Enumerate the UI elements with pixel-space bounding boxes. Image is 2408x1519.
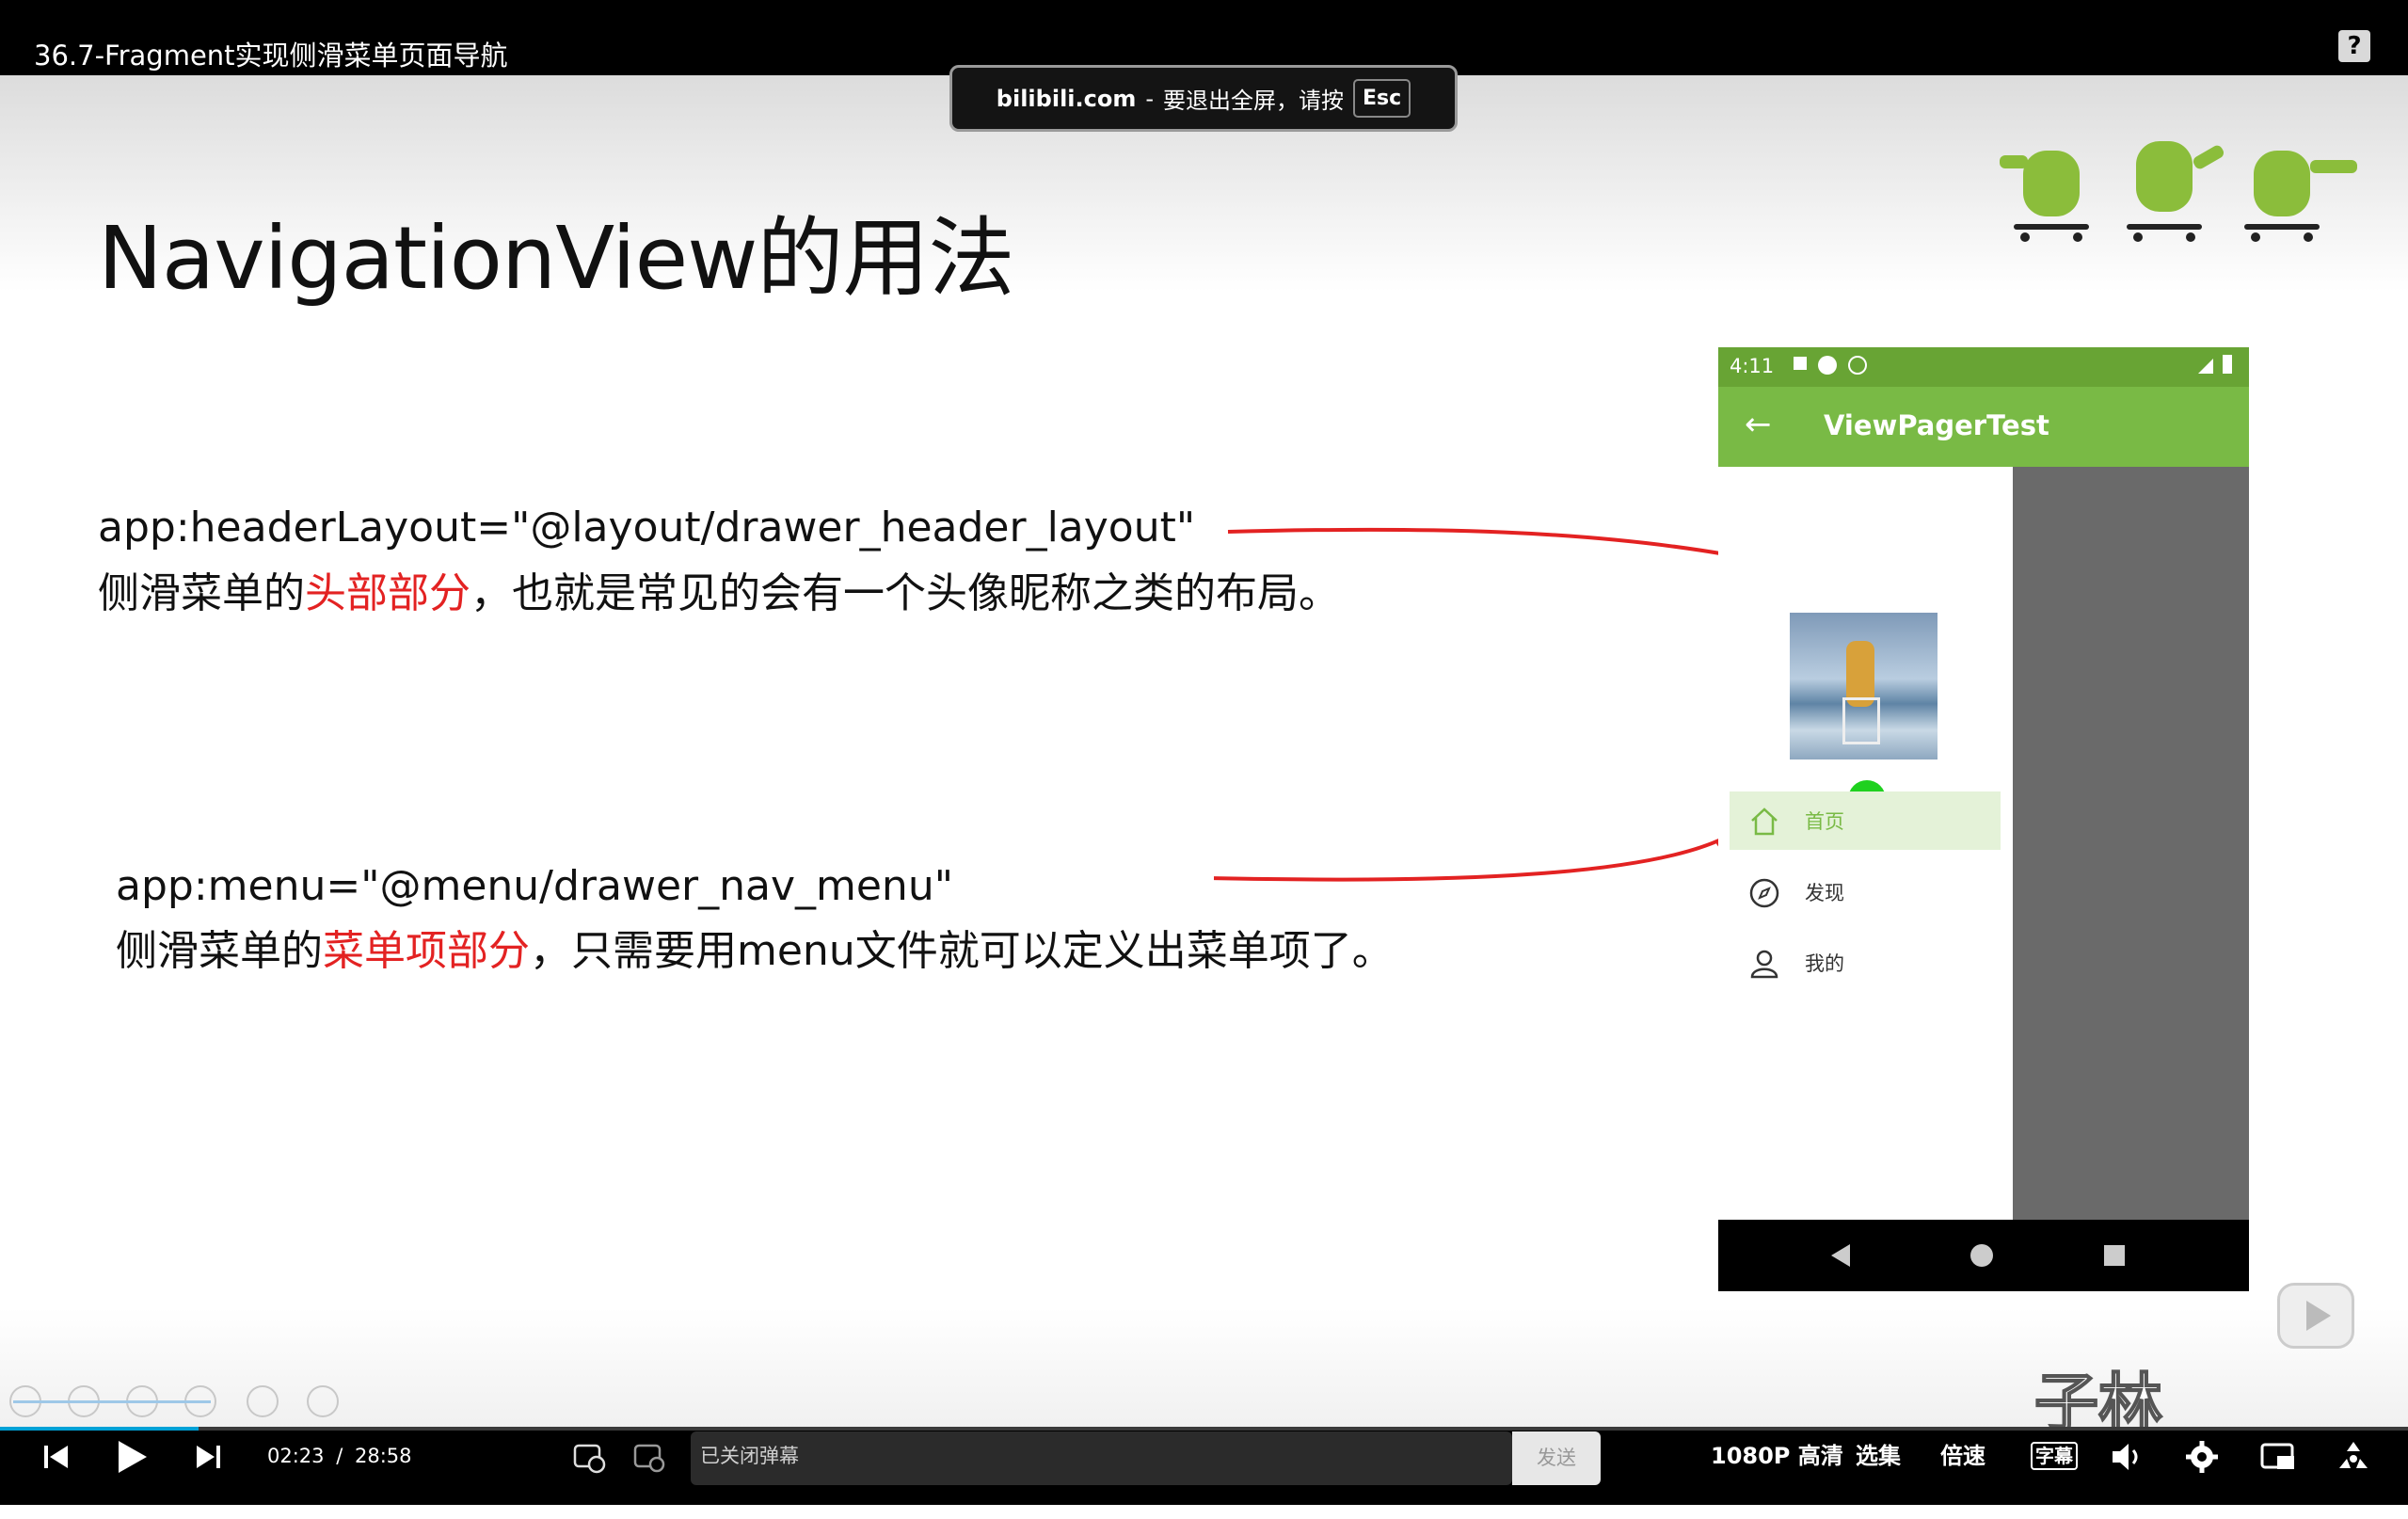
- video-title: 36.7-Fragment实现侧滑菜单页面导航: [34, 40, 508, 72]
- phone-status-bar: 4:11: [1718, 347, 2249, 387]
- quality-button[interactable]: 1080P 高清: [1711, 1442, 1843, 1470]
- toast-message: 要退出全屏，请按: [1163, 88, 1345, 114]
- header-desc-suffix: ，也就是常见的会有一个头像昵称之类的布局。: [470, 569, 1340, 617]
- toast-site: bilibili.com: [996, 85, 1137, 112]
- slide-more-icon[interactable]: [307, 1385, 339, 1417]
- time-separator: /: [336, 1445, 343, 1467]
- menu-item-home[interactable]: 首页: [1730, 791, 2001, 850]
- danmaku-placeholder: 已关闭弹幕: [700, 1445, 799, 1467]
- avatar-chair: [1842, 697, 1880, 744]
- current-time: 02:23: [267, 1445, 325, 1467]
- help-icon[interactable]: ?: [2338, 30, 2370, 62]
- header-layout-desc: 侧滑菜单的头部部分，也就是常见的会有一个头像昵称之类的布局。: [98, 559, 1340, 619]
- avatar[interactable]: [1790, 613, 1938, 760]
- compass-icon: [1749, 878, 1779, 908]
- settings-gear-icon[interactable]: [2185, 1440, 2219, 1474]
- menu-label-home: 首页: [1805, 810, 1844, 833]
- header-desc-highlight: 头部部分: [305, 569, 470, 617]
- header-layout-code: app:headerLayout="@layout/drawer_header_…: [98, 504, 1196, 552]
- drawer-scrim[interactable]: [2013, 467, 2249, 1220]
- nav-back-icon[interactable]: [1831, 1244, 1850, 1267]
- toast-separator: -: [1145, 85, 1155, 112]
- replay-button[interactable]: [2277, 1283, 2354, 1349]
- nav-home-icon[interactable]: [1970, 1244, 1993, 1267]
- menu-label-me: 我的: [1805, 952, 1844, 975]
- navigation-drawer: user ➚ 首页 发现 我的: [1718, 467, 2013, 1220]
- time-display: 02:23 / 28:58: [267, 1442, 412, 1470]
- slide-toolbar-line: [13, 1400, 211, 1403]
- menu-code: app:menu="@menu/drawer_nav_menu": [116, 862, 953, 910]
- bilibili-mascot-logo: [2000, 141, 2357, 242]
- menu-item-me[interactable]: 我的: [1730, 934, 2001, 992]
- fullscreen-exit-toast: bilibili.com - 要退出全屏，请按 Esc: [949, 65, 1458, 132]
- subtitle-button[interactable]: 字幕: [2031, 1442, 2078, 1470]
- danmaku-toggle-icon[interactable]: [572, 1440, 606, 1474]
- send-button[interactable]: 发送: [1512, 1431, 1601, 1485]
- menu-desc-prefix: 侧滑菜单的: [116, 927, 323, 975]
- status-time: 4:11: [1730, 355, 1775, 377]
- fullscreen-exit-icon[interactable]: [2336, 1440, 2371, 1474]
- danmaku-input[interactable]: [691, 1431, 1512, 1485]
- menu-item-discover[interactable]: 发现: [1730, 863, 2001, 921]
- danmaku-settings-icon[interactable]: [632, 1440, 666, 1474]
- replay-play-icon: [2306, 1301, 2331, 1331]
- nav-recents-icon[interactable]: [2104, 1245, 2125, 1266]
- menu-desc-highlight: 菜单项部分: [323, 927, 530, 975]
- home-icon: [1751, 807, 1778, 836]
- back-arrow-icon[interactable]: ←: [1745, 406, 1772, 443]
- menu-label-discover: 发现: [1805, 882, 1844, 904]
- slide-title: NavigationView的用法: [98, 208, 1015, 309]
- menu-desc-suffix: ，只需要用menu文件就可以定义出菜单项了。: [530, 927, 1394, 975]
- menu-arrow: [1214, 820, 1750, 886]
- app-title: ViewPagerTest: [1824, 409, 2049, 441]
- dot-icon: [1818, 356, 1837, 375]
- person-icon: [1750, 950, 1778, 979]
- next-icon[interactable]: [193, 1442, 223, 1472]
- phone-nav-bar: [1718, 1220, 2249, 1291]
- total-time: 28:58: [354, 1445, 412, 1467]
- annotation-arrows: [1214, 527, 1784, 886]
- play-icon[interactable]: [113, 1438, 151, 1476]
- header-arrow: [1227, 527, 1779, 567]
- episodes-button[interactable]: 选集: [1856, 1442, 1901, 1470]
- picture-in-picture-icon[interactable]: [2260, 1440, 2296, 1474]
- speed-button[interactable]: 倍速: [1940, 1442, 1985, 1470]
- battery-icon: [2223, 355, 2232, 374]
- volume-icon[interactable]: [2110, 1440, 2145, 1474]
- notification-icon: [1794, 357, 1807, 370]
- esc-key: Esc: [1353, 79, 1411, 118]
- slide-zoom-icon[interactable]: [247, 1385, 279, 1417]
- sync-icon: [1848, 356, 1867, 375]
- previous-icon[interactable]: [41, 1442, 72, 1472]
- header-desc-prefix: 侧滑菜单的: [98, 569, 305, 617]
- signal-icon: [2198, 359, 2213, 374]
- phone-app-bar: ← ViewPagerTest: [1718, 387, 2249, 467]
- menu-desc: 侧滑菜单的菜单项部分，只需要用menu文件就可以定义出菜单项了。: [116, 917, 1394, 977]
- phone-screenshot: 4:11 ← ViewPagerTest user ➚ 首页 发现 我的: [1718, 347, 2249, 1291]
